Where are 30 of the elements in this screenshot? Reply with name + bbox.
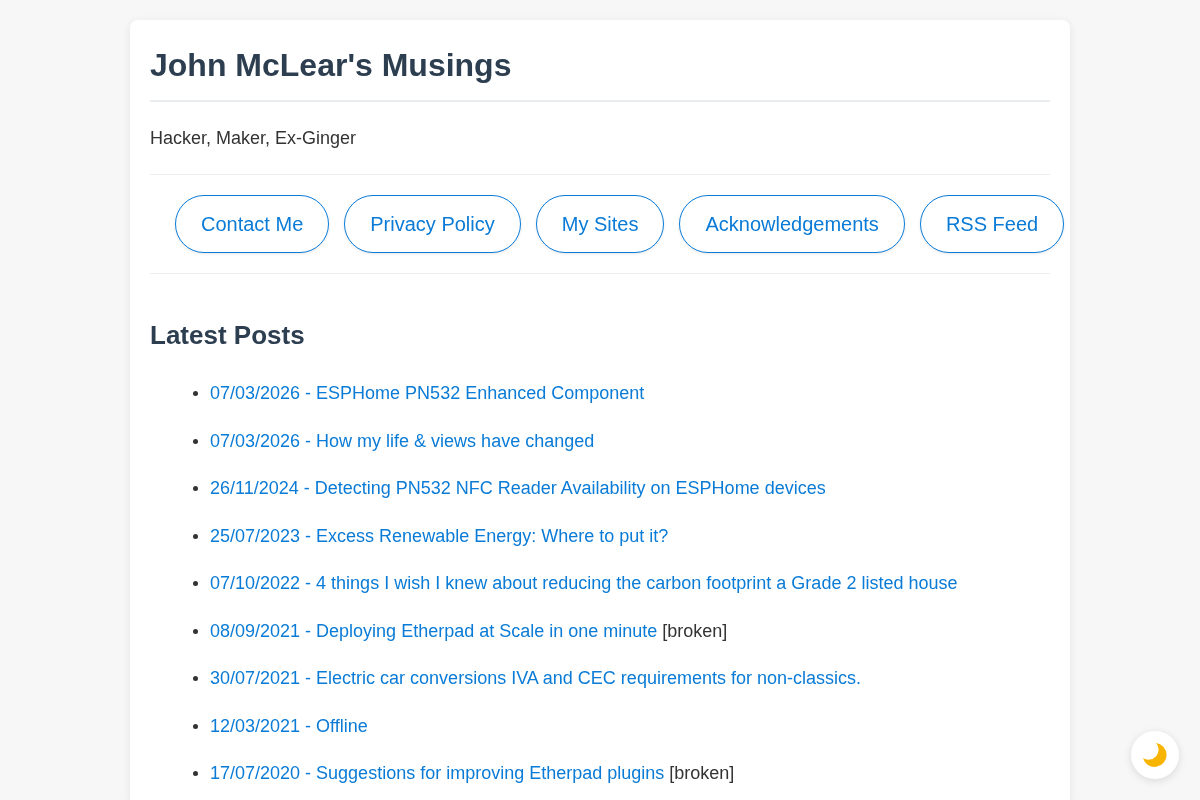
post-link[interactable]: 25/07/2023 - Excess Renewable Energy: Where to put it? [210, 525, 669, 546]
section-heading: Latest Posts [150, 320, 306, 351]
bullet-icon [193, 581, 198, 586]
theme-toggle-button[interactable] [1131, 731, 1179, 779]
post-link[interactable]: 07/03/2026 - ESPHome PN532 Enhanced Component [210, 383, 645, 403]
bullet-icon [193, 628, 198, 634]
bullet-icon [193, 676, 198, 681]
nav-link-button[interactable]: Acknowledgements [679, 195, 905, 253]
nav-link-button[interactable]: Privacy Policy [344, 195, 521, 253]
post-link[interactable]: 30/07/2021 - Electric car conversions IVA and CEC requirements for non-classics. [210, 668, 861, 688]
post-link[interactable]: 26/11/2024 - Detecting PN532 NFC Reader Availability on ESPHome devices [210, 478, 826, 498]
bullet-icon [193, 533, 198, 539]
post-note: [broken] [662, 620, 728, 641]
post-link[interactable]: 07/10/2022 - 4 things I wish I knew about reducing the carbon footprint a Grade 2 listed house [210, 573, 958, 593]
bullet-icon [193, 723, 198, 729]
nav-link-button[interactable]: RSS Feed [919, 195, 1065, 253]
bullet-icon [193, 486, 198, 491]
nav-link-button[interactable]: Contact Me [175, 195, 330, 253]
post-link[interactable]: 08/09/2021 - Deploying Etherpad at Scale in one minute [210, 620, 658, 641]
post-link[interactable]: 17/07/2020 - Suggestions for improving Etherpad plugins [210, 763, 665, 783]
post-note: [broken] [669, 763, 735, 783]
bullet-icon [193, 771, 198, 776]
post-link[interactable]: 07/03/2026 - How my life & views have changed [210, 430, 595, 451]
bullet-icon [193, 438, 198, 444]
bullet-icon [193, 391, 198, 396]
nav-link-button[interactable]: My Sites [535, 195, 665, 253]
moon-icon [1142, 742, 1168, 768]
post-link[interactable]: 12/03/2021 - Offline [210, 715, 368, 736]
site-title: John McLear's Musings [150, 46, 1050, 102]
site-tagline: Hacker, Maker, Ex-Ginger [150, 127, 358, 150]
